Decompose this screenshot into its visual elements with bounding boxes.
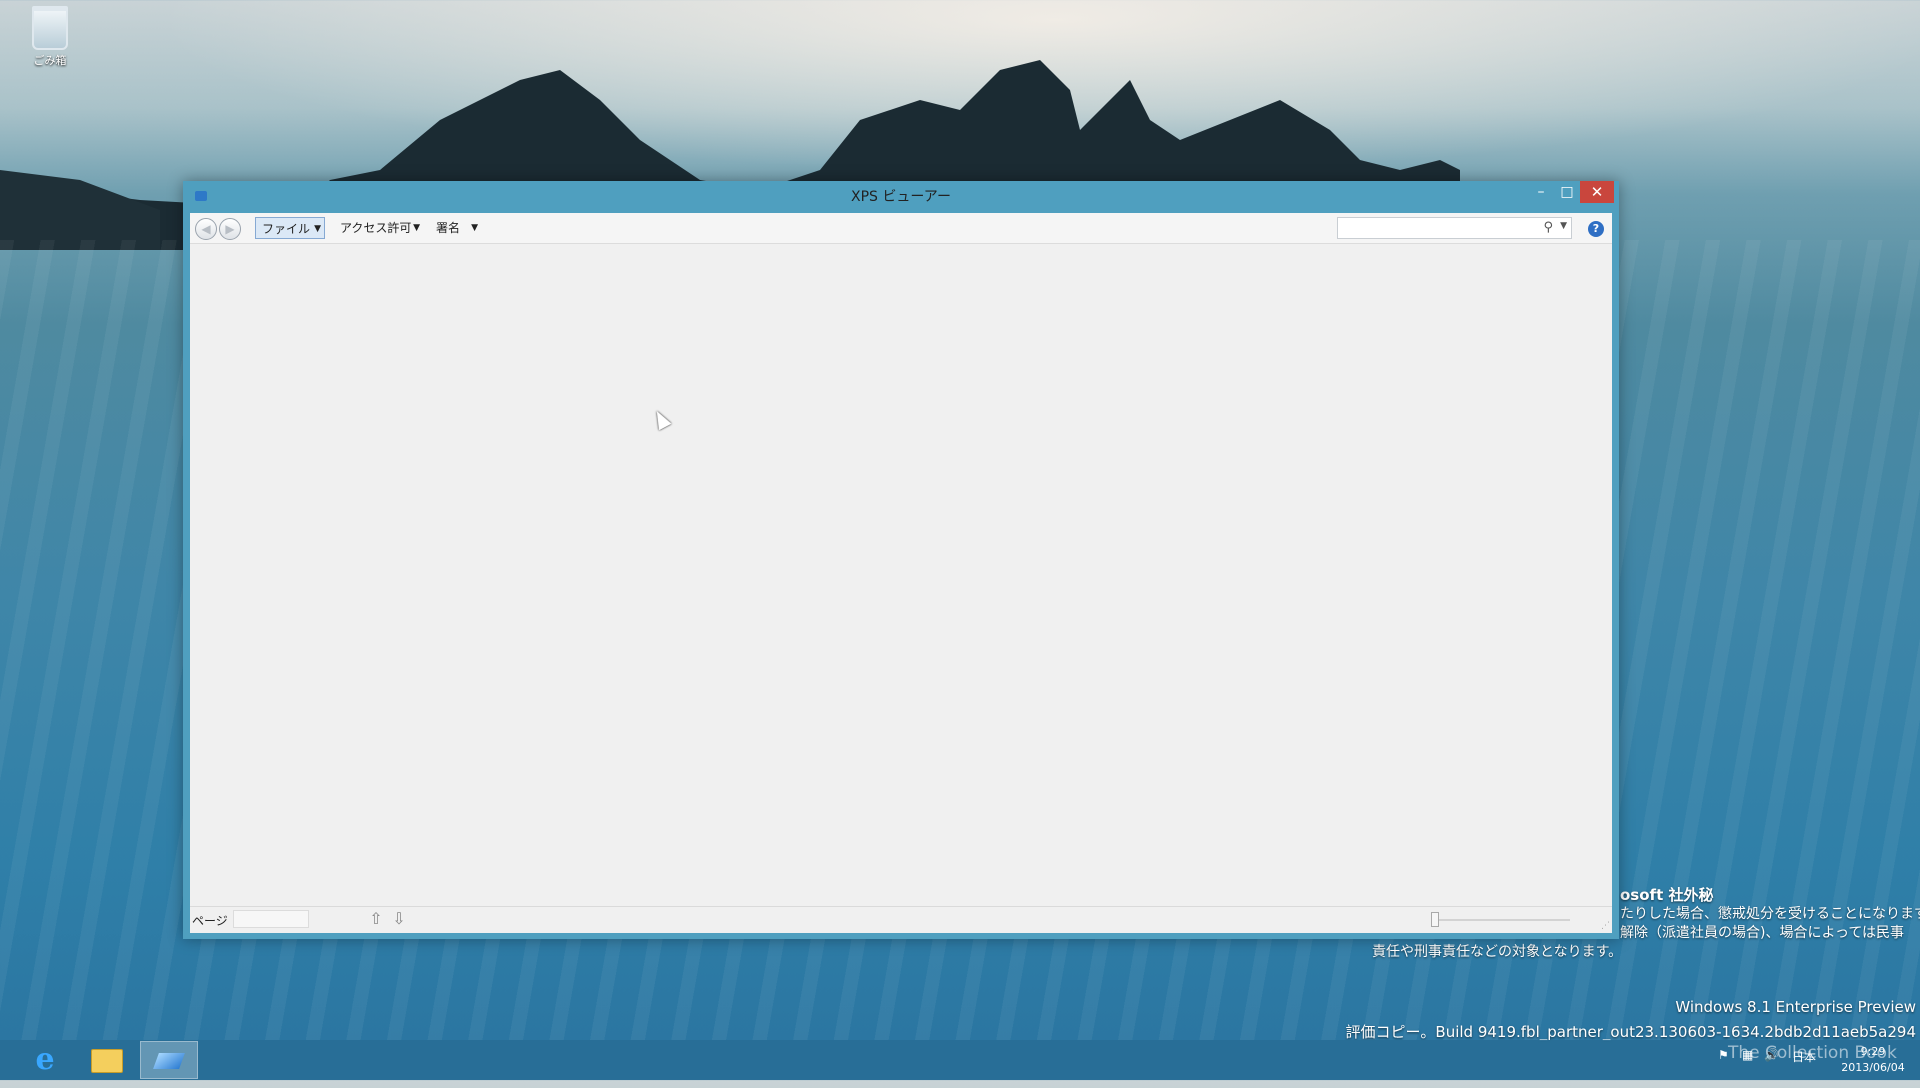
forward-arrow-icon: ▶: [225, 222, 235, 236]
build-info-text: 評価コピー。Build 9419.fbl_partner_out23.13060…: [1345, 1023, 1916, 1041]
next-page-icon[interactable]: ⇩: [390, 909, 408, 929]
confidential-line-3: 責任や刑事責任などの対象となります。: [1372, 944, 1623, 960]
taskbar-clock[interactable]: 9:29 2013/06/04: [1828, 1044, 1918, 1076]
toolbar: ◀ ▶ ファイル ▼ アクセス許可 ▼ 署名 ▼ ⚲ ▼ ?: [190, 213, 1612, 244]
back-button[interactable]: ◀: [195, 218, 217, 240]
page-label: ページ: [192, 914, 228, 928]
network-icon[interactable]: ▦: [1742, 1048, 1753, 1062]
xps-viewer-icon: [153, 1053, 185, 1069]
folder-icon: [91, 1049, 123, 1073]
search-icon[interactable]: ⚲: [1543, 220, 1553, 235]
confidential-line-1: たりした場合、懲戒処分を受けることになります。こ: [1620, 906, 1920, 922]
xps-viewer-taskbar-button[interactable]: [140, 1041, 198, 1079]
window-title: XPS ビューアー: [851, 189, 951, 205]
page-number-input[interactable]: [233, 910, 309, 928]
internet-explorer-icon: e: [35, 1042, 55, 1077]
chevron-down-icon: ▼: [471, 223, 478, 233]
recycle-bin-icon: [32, 6, 68, 50]
confidential-line-2: 解除（派遣社員の場合)、場合によっては民事: [1620, 925, 1905, 941]
zoom-slider-thumb[interactable]: [1431, 912, 1439, 927]
menu-permissions[interactable]: アクセス許可 ▼: [334, 217, 424, 239]
status-bar: ページ ⇧ ⇩ ⋰: [190, 906, 1612, 933]
internet-explorer-taskbar-button[interactable]: e: [16, 1041, 74, 1079]
windows-version-text: Windows 8.1 Enterprise Preview: [1675, 998, 1916, 1016]
xps-viewer-window: XPS ビューアー – □ ✕ ◀ ▶ ファイル ▼ アクセス許可 ▼ 署名 ▼: [183, 181, 1619, 939]
volume-icon[interactable]: 🔊: [1764, 1048, 1779, 1062]
clock-time: 9:29: [1860, 1045, 1886, 1058]
recycle-bin-label: ごみ箱: [33, 54, 67, 67]
menu-permissions-label: アクセス許可: [340, 221, 412, 235]
close-button[interactable]: ✕: [1580, 181, 1614, 203]
ime-indicator[interactable]: 日本: [1792, 1048, 1816, 1065]
taskbar: e: [0, 1040, 1920, 1080]
clock-date: 2013/06/04: [1841, 1061, 1905, 1074]
forward-button[interactable]: ▶: [219, 218, 241, 240]
menu-signatures[interactable]: 署名 ▼: [430, 217, 482, 239]
maximize-button[interactable]: □: [1554, 181, 1580, 203]
confidential-heading: osoft 社外秘: [1620, 886, 1714, 904]
resize-grip-icon[interactable]: ⋰: [1601, 921, 1610, 931]
file-explorer-taskbar-button[interactable]: [78, 1041, 136, 1079]
menu-signatures-label: 署名: [436, 221, 461, 235]
search-box: ⚲ ▼: [1337, 217, 1572, 239]
chevron-down-icon: ▼: [413, 223, 420, 233]
help-icon[interactable]: ?: [1588, 221, 1604, 237]
zoom-slider-track[interactable]: [1435, 919, 1570, 921]
search-options-chevron-icon[interactable]: ▼: [1560, 221, 1567, 231]
minimize-button[interactable]: –: [1528, 181, 1554, 203]
recycle-bin-shortcut[interactable]: ごみ箱: [22, 6, 78, 68]
search-input[interactable]: [1342, 219, 1536, 239]
action-center-icon[interactable]: ⚑: [1718, 1048, 1729, 1062]
previous-page-icon[interactable]: ⇧: [367, 909, 385, 929]
document-view-area[interactable]: [190, 244, 1612, 906]
menu-file-label: ファイル: [262, 222, 311, 236]
title-bar[interactable]: XPS ビューアー – □ ✕: [183, 181, 1619, 213]
client-area: ◀ ▶ ファイル ▼ アクセス許可 ▼ 署名 ▼ ⚲ ▼ ? ページ ⇧ ⇩ ⋰: [190, 213, 1612, 933]
back-arrow-icon: ◀: [201, 222, 211, 236]
menu-file[interactable]: ファイル ▼: [255, 217, 325, 239]
chevron-down-icon: ▼: [314, 224, 321, 234]
